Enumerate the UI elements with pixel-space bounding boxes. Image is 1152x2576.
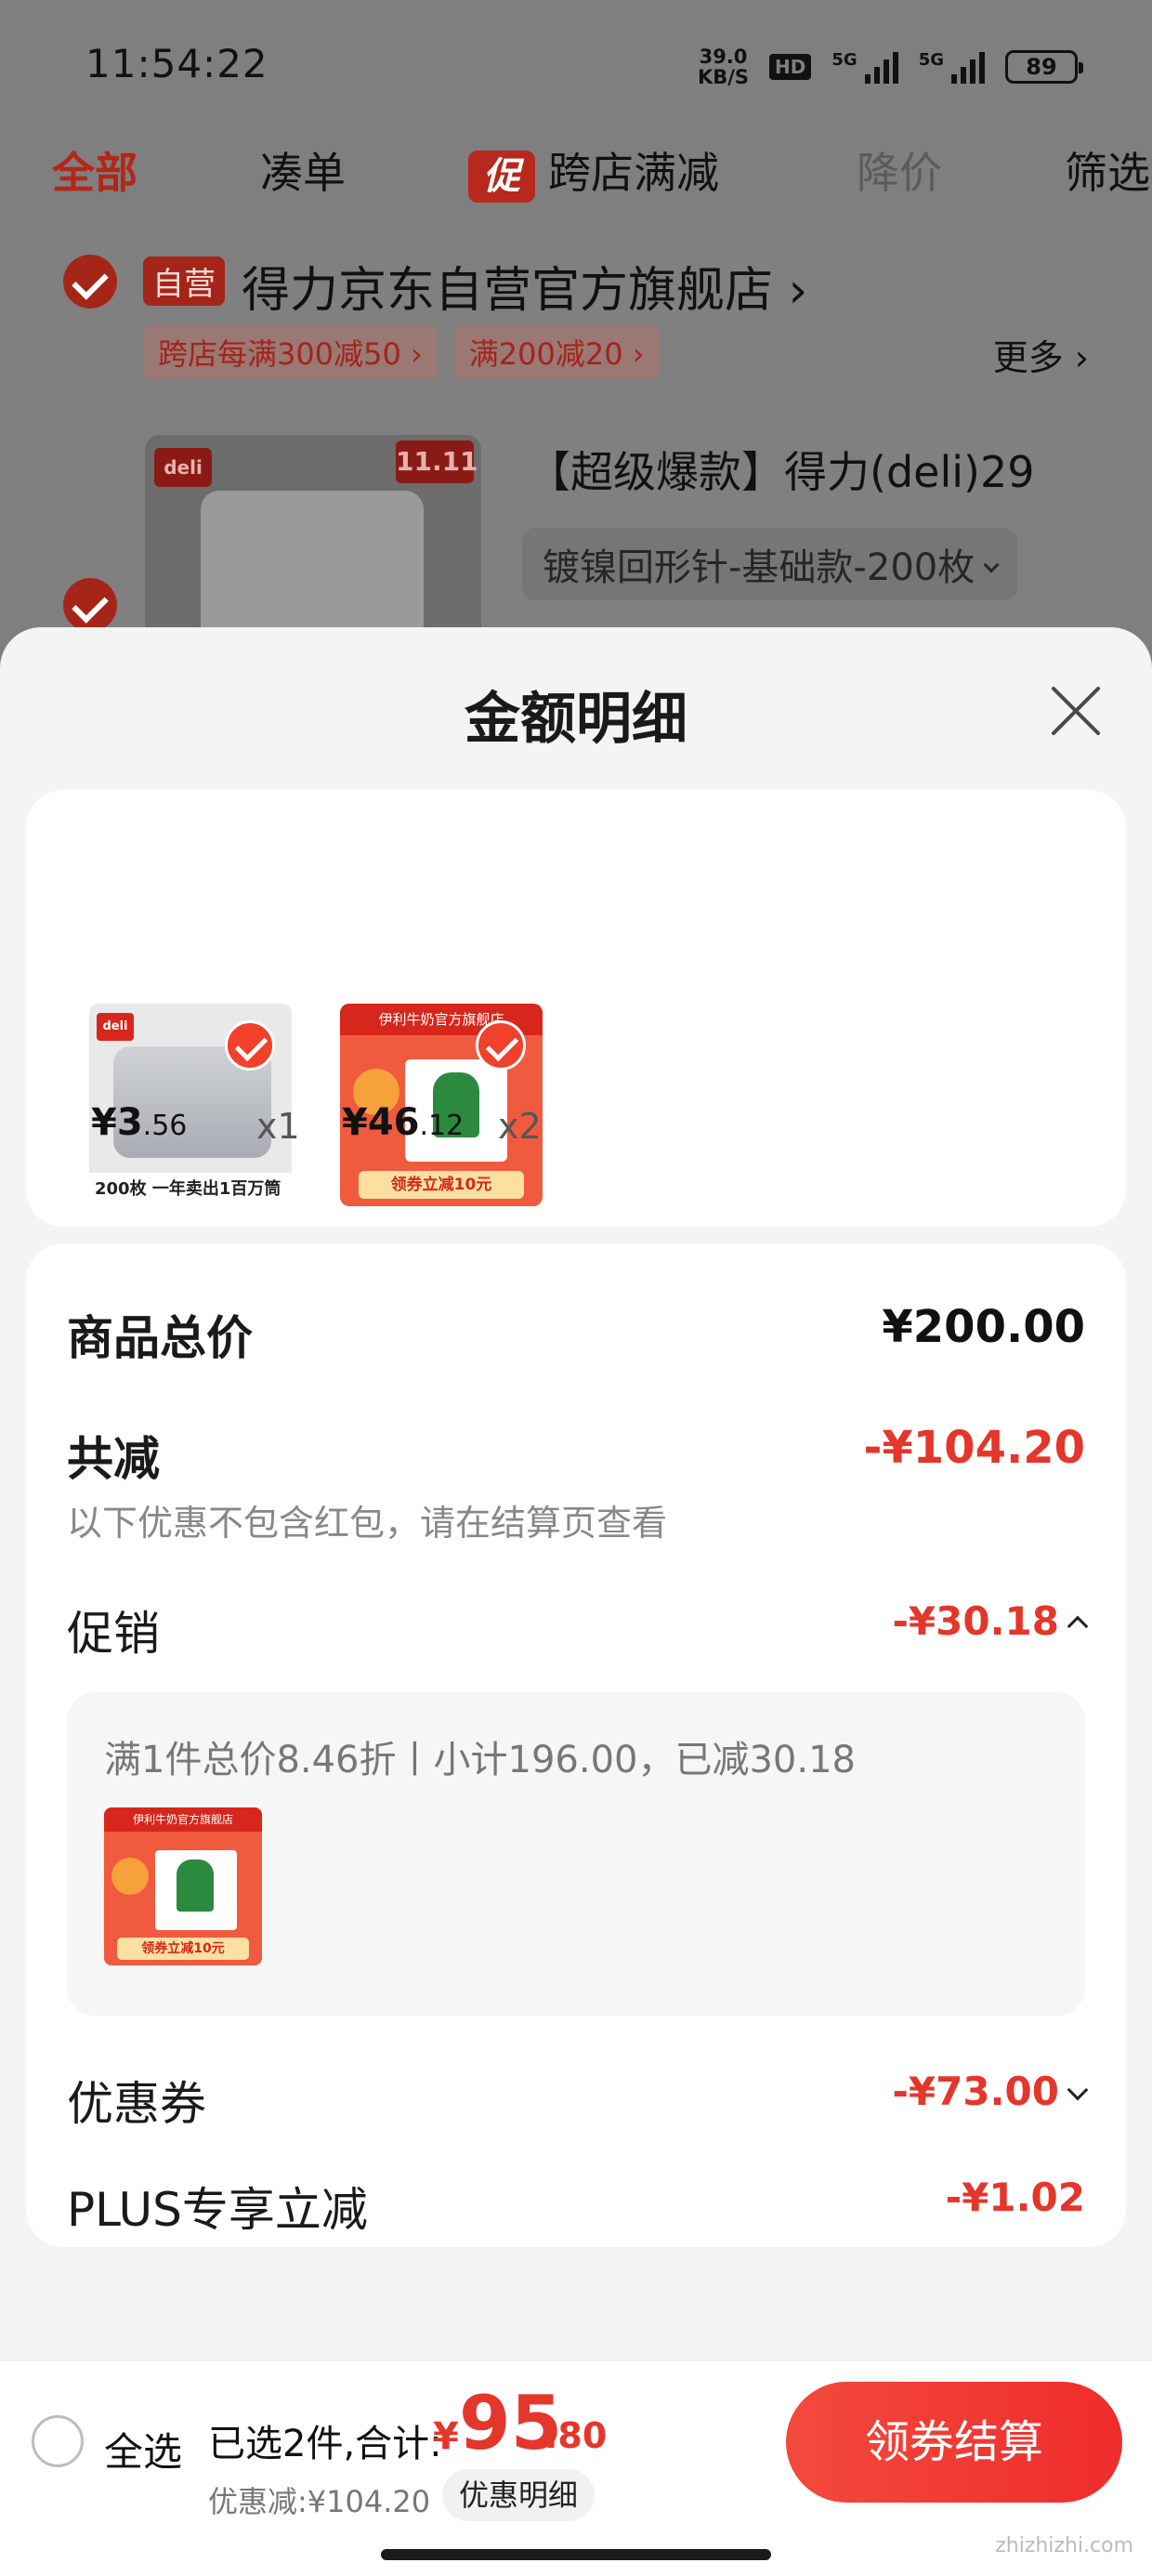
promo-toggle[interactable]: -¥30.18: [892, 1598, 1089, 1644]
close-icon[interactable]: [1048, 683, 1104, 739]
store-promo-threshold[interactable]: 满200减20 ›: [453, 325, 660, 379]
promo-thumb-coupon: 领券立减10元: [117, 1938, 249, 1960]
discount-summary: 优惠减:¥104.20: [208, 2484, 431, 2519]
store-checkbox[interactable]: [63, 255, 117, 309]
tab-all[interactable]: 全部: [52, 139, 137, 201]
cart-filter-tabs: 全部 凑单 促跨店满减 降价 筛选: [0, 139, 1152, 214]
hd-icon: HD: [769, 54, 812, 80]
signal-label-1: 5G: [831, 50, 857, 70]
product-image-caption: 200枚 一年卖出1百万筒: [89, 1173, 292, 1206]
selected-check-icon: [476, 1020, 526, 1071]
store-card: 自营 得力京东自营官方旗舰店 › 跨店每满300减50 › 满200减20 › …: [26, 232, 1126, 658]
deli-logo: deli: [97, 1013, 134, 1041]
signal-label-2: 5G: [918, 50, 944, 70]
product-qty: x2: [498, 1106, 542, 1147]
promo-value: -¥30.18: [892, 1598, 1059, 1644]
checkout-bar: 全选 已选2件,合计: ¥ 95 .80 优惠减:¥104.20 优惠明细 领券…: [0, 2360, 1152, 2576]
tab-cross-store[interactable]: 促跨店满减: [468, 139, 719, 203]
double11-tag: 11.11: [396, 440, 478, 483]
status-bar: 11:54:22 39.0 KB/S HD 5G 5G 89: [0, 0, 1152, 130]
select-all-radio[interactable]: [32, 2415, 84, 2467]
plus-discount-value: -¥1.02: [945, 2175, 1085, 2220]
tab-bundle[interactable]: 凑单: [260, 139, 346, 201]
promo-product-thumb: 伊利牛奶官方旗舰店 领券立减10元: [104, 1807, 262, 1965]
product-price-int: ¥46: [342, 1101, 420, 1144]
select-all-label[interactable]: 全选: [104, 2421, 182, 2477]
product-price-dec: .12: [419, 1110, 465, 1142]
store-promos: 跨店每满300减50 › 满200减20 ›: [143, 325, 660, 379]
promo-icon: 促: [468, 150, 535, 203]
battery-icon: 89: [1005, 50, 1083, 84]
total-currency: ¥: [433, 2415, 459, 2458]
tab-filter[interactable]: 筛选: [1065, 139, 1150, 201]
total-amount-dec: .80: [544, 2415, 608, 2456]
store-name[interactable]: 得力京东自营官方旗舰店 ›: [242, 251, 807, 321]
coupon-value: -¥73.00: [892, 2069, 1059, 2114]
self-operated-badge: 自营: [143, 256, 225, 306]
store-promo-cross[interactable]: 跨店每满300减50 ›: [143, 325, 438, 379]
network-speed: 39.0 KB/S: [698, 46, 749, 87]
sheet-title: 金额明细: [465, 687, 687, 752]
selected-products-card: deli 200枚 一年卖出1百万筒 ¥3.56 x1 伊利牛奶官方旗舰店 领券…: [26, 790, 1126, 1227]
cart-item-sku: 镀镍回形针-基础款-200枚: [543, 546, 975, 589]
orange-graphic: [111, 1858, 149, 1895]
watermark: zhizhizhi.com: [995, 2534, 1133, 2557]
coupon-toggle[interactable]: -¥73.00: [892, 2069, 1089, 2114]
plus-discount-label: PLUS专享立减: [67, 2183, 368, 2237]
store-more-link[interactable]: 更多 ›: [993, 329, 1089, 380]
cart-page-background: 11:54:22 39.0 KB/S HD 5G 5G 89 全部 凑单 促跨店…: [0, 0, 1152, 658]
network-speed-unit: KB/S: [697, 66, 750, 88]
status-time: 11:54:22: [85, 41, 268, 86]
status-icons: 39.0 KB/S HD 5G 5G 89: [698, 46, 1083, 87]
home-indicator[interactable]: [381, 2549, 771, 2560]
product-qty: x1: [256, 1106, 300, 1147]
discount-detail-button[interactable]: 优惠明细: [442, 2469, 596, 2521]
tab-price-drop[interactable]: 降价: [857, 139, 942, 201]
coupon-label: 优惠券: [67, 2077, 206, 2131]
product-price-int: ¥3: [91, 1101, 143, 1144]
total-reduce-value: -¥104.20: [863, 1422, 1085, 1474]
total-price-value: ¥200.00: [882, 1301, 1085, 1353]
network-speed-value: 39.0: [699, 46, 748, 68]
chevron-up-icon: [1067, 1615, 1089, 1636]
reduce-note: 以下优惠不包含红包，请在结算页查看: [67, 1503, 668, 1544]
mascot-graphic: [177, 1860, 214, 1912]
total-price-label: 商品总价: [67, 1311, 253, 1365]
product-price: ¥46.12: [342, 1101, 464, 1144]
total-reduce-label: 共减: [67, 1432, 160, 1486]
cart-item-image[interactable]: deli 11.11: [145, 435, 481, 658]
cart-item-title[interactable]: 【超级爆款】得力(deli)29: [528, 439, 1035, 500]
promo-detail-box: 满1件总价8.46折丨小计196.00，已减30.18 伊利牛奶官方旗舰店 领券…: [67, 1692, 1085, 2016]
cart-item-sku-selector[interactable]: 镀镍回形针-基础款-200枚: [522, 528, 1018, 600]
amount-breakdown-card: 商品总价 ¥200.00 共减 -¥104.20 以下优惠不包含红包，请在结算页…: [26, 1243, 1126, 2247]
selection-summary: 已选2件,合计:: [208, 2423, 442, 2465]
selected-check-icon: [225, 1020, 275, 1071]
product-price-dec: .56: [142, 1110, 188, 1142]
item-checkbox[interactable]: [63, 578, 117, 632]
checkout-button[interactable]: 领券结算: [786, 2382, 1122, 2503]
promo-description: 满1件总价8.46折丨小计196.00，已减30.18: [104, 1739, 856, 1781]
tab-cross-store-label: 跨店满减: [548, 148, 719, 198]
product-price: ¥3.56: [91, 1101, 187, 1144]
promo-thumb-banner: 伊利牛奶官方旗舰店: [104, 1807, 262, 1832]
promo-label: 促销: [67, 1607, 160, 1661]
deli-logo: deli: [154, 448, 212, 487]
amount-detail-sheet: 金额明细 deli 200枚 一年卖出1百万筒 ¥3.56 x1 伊利牛奶官方旗…: [0, 627, 1152, 2576]
chevron-down-icon: [1067, 2079, 1089, 2100]
product-image-coupon: 领券立减10元: [359, 1171, 524, 1199]
signal-icon-2: 5G: [919, 50, 985, 84]
signal-icon-1: 5G: [831, 50, 898, 84]
chevron-down-icon: [983, 557, 1000, 573]
